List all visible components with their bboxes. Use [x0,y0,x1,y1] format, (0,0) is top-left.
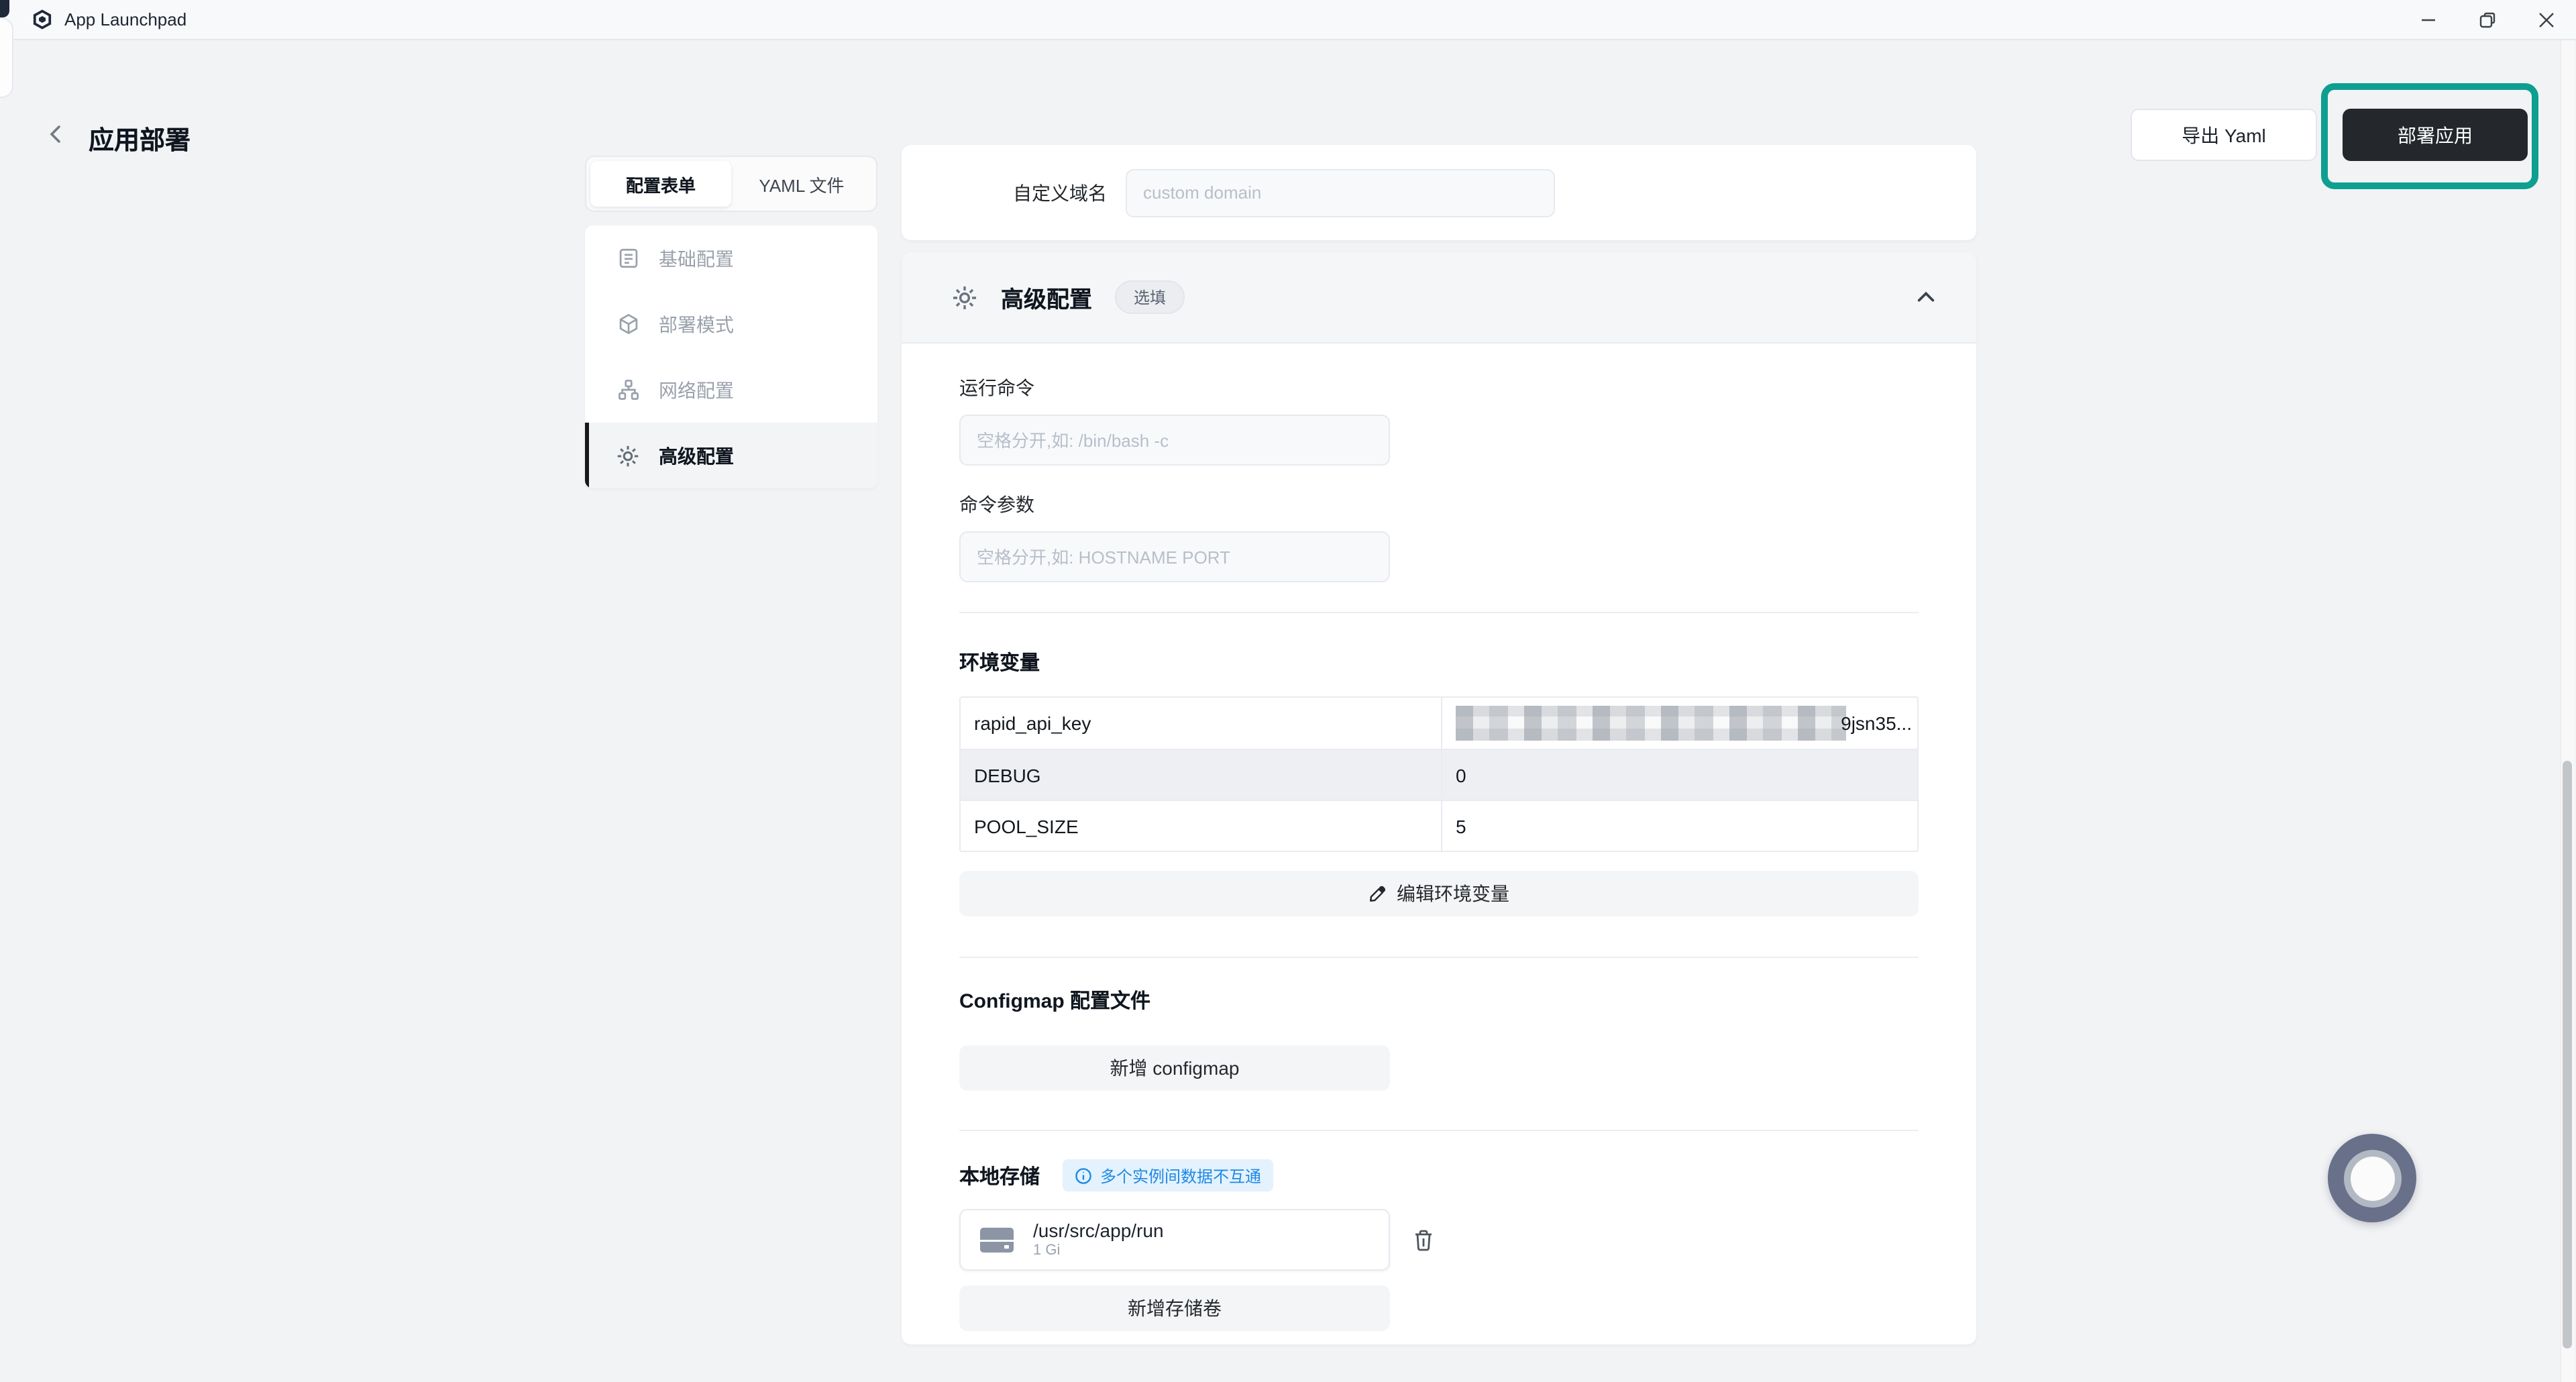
advanced-config-header[interactable]: 高级配置 选填 [902,252,1976,343]
chevron-up-icon[interactable] [1916,287,1936,307]
table-row: DEBUG 0 [961,749,1917,800]
config-section-menu: 基础配置 部署模式 网络配置 高级配置 [585,225,877,488]
cmd-params-input[interactable] [959,531,1390,582]
divider [959,1130,1919,1131]
sidebar-item-deploy-mode[interactable]: 部署模式 [585,291,877,357]
divider [959,957,1919,958]
custom-domain-input[interactable] [1126,168,1555,217]
restore-button[interactable] [2458,0,2517,40]
env-value-redacted: 9jsn35... [1442,698,1917,749]
window-controls [2399,0,2576,40]
edit-env-vars-button[interactable]: 编辑环境变量 [959,871,1919,916]
app-title: App Launchpad [64,9,187,30]
page-header: 应用部署 导出 Yaml 部署应用 [0,40,2576,189]
tab-yaml-file[interactable]: YAML 文件 [731,161,872,207]
table-row: POOL_SIZE 5 [961,800,1917,851]
env-vars-title: 环境变量 [959,652,1040,675]
volume-row: /usr/src/app/run 1 Gi [959,1209,1919,1271]
gear-icon [951,284,978,311]
volume-size: 1 Gi [1033,1242,1061,1259]
add-configmap-button[interactable]: 新增 configmap [959,1045,1390,1091]
table-row: rapid_api_key 9jsn35... [961,698,1917,749]
minimize-button[interactable] [2399,0,2458,40]
gear-icon [614,443,641,468]
titlebar: App Launchpad [0,0,2576,98]
cmd-params-label: 命令参数 [959,494,1034,515]
divider [959,612,1919,613]
storage-info-text: 多个实例间数据不互通 [1100,1167,1262,1185]
env-key: POOL_SIZE [961,801,1442,851]
app-launchpad-window: App Launchpad 应用部署 导出 Yaml 部署应用 配置表单 YAM… [0,0,2576,1382]
local-storage-title: 本地存储 [959,1165,1040,1188]
env-value: 0 [1456,764,1466,786]
storage-info-badge: 多个实例间数据不互通 [1063,1159,1274,1191]
sidebar-item-label: 部署模式 [659,313,734,335]
storage-volume-item[interactable]: /usr/src/app/run 1 Gi [959,1209,1390,1271]
network-icon [614,378,641,401]
optional-badge: 选填 [1115,280,1185,314]
sidebar-item-label: 基础配置 [659,248,734,269]
sidebar-item-basic-config[interactable]: 基础配置 [585,225,877,291]
advanced-config-title: 高级配置 [1001,287,1092,313]
export-yaml-button[interactable]: 导出 Yaml [2131,109,2317,161]
trash-icon[interactable] [1413,1228,1434,1251]
close-button[interactable] [2517,0,2576,40]
env-value: 9jsn35... [1841,712,1912,734]
custom-domain-label: 自定义域名 [1013,182,1107,203]
sidebar-item-advanced-config[interactable]: 高级配置 [585,423,877,488]
sidebar-item-label: 网络配置 [659,379,734,401]
info-icon [1075,1167,1092,1184]
env-vars-table: rapid_api_key 9jsn35... DEBUG 0 POOL_SIZ… [959,696,1919,852]
cursor-ring-center [2350,1156,2394,1200]
env-key: rapid_api_key [961,698,1442,749]
hard-drive-icon [978,1224,1016,1256]
configmap-title: Configmap 配置文件 [959,990,1150,1013]
advanced-config-body: 运行命令 命令参数 环境变量 rapid_api_key 9jsn35... D… [902,374,1976,1331]
advanced-config-card: 高级配置 选填 运行命令 命令参数 环境变量 rapid_api_key [902,252,1976,1344]
scrollbar-thumb[interactable] [2563,761,2572,1348]
env-key: DEBUG [961,750,1442,800]
cube-icon [614,313,641,335]
corner-notch [0,0,9,17]
tab-config-form[interactable]: 配置表单 [590,161,731,207]
cursor-ring-middle [2343,1149,2401,1207]
back-icon[interactable] [46,123,67,145]
redacted-mosaic [1456,706,1847,741]
env-value: 5 [1456,815,1466,837]
document-icon [614,247,641,270]
app-logo-icon [32,9,52,30]
pencil-icon [1368,885,1386,902]
add-volume-button[interactable]: 新增存储卷 [959,1285,1390,1331]
edit-env-vars-label: 编辑环境变量 [1397,883,1509,904]
volume-path: /usr/src/app/run [1033,1220,1164,1241]
page-title: 应用部署 [89,127,191,156]
cursor-highlight-ring [2328,1134,2416,1222]
config-mode-tabs: 配置表单 YAML 文件 [585,156,877,212]
deploy-app-button[interactable]: 部署应用 [2343,109,2528,161]
sidebar-item-network-config[interactable]: 网络配置 [585,357,877,423]
run-command-label: 运行命令 [959,377,1034,398]
network-config-card: 自定义域名 [902,145,1976,240]
sidebar-item-label: 高级配置 [659,445,734,466]
run-command-input[interactable] [959,415,1390,466]
